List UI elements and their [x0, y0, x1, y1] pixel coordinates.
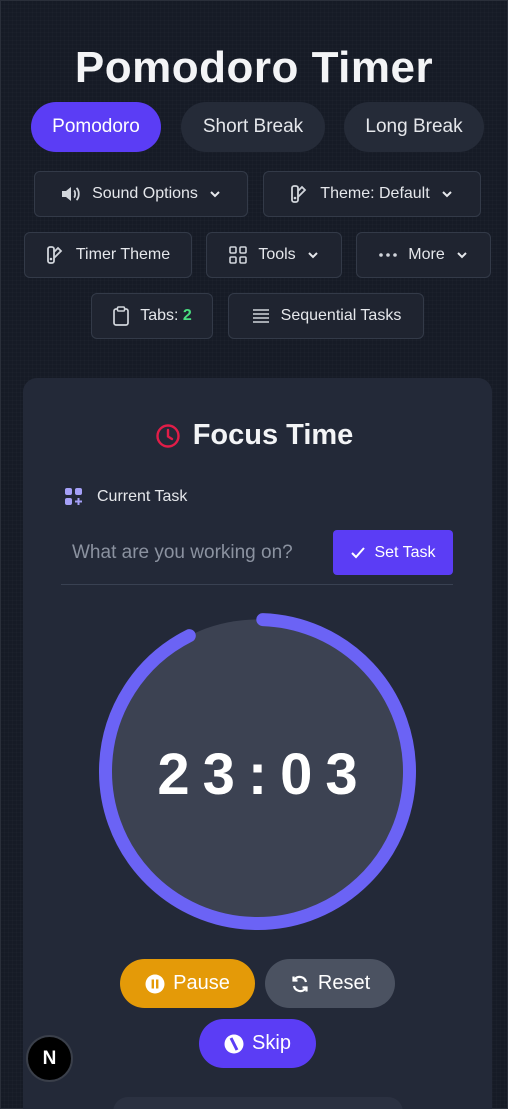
mode-short-break-button[interactable]: Short Break: [181, 102, 325, 152]
palette-icon: [46, 246, 63, 264]
more-dropdown-button[interactable]: More: [356, 232, 491, 278]
chevron-down-icon: [307, 252, 318, 259]
reset-button[interactable]: Reset: [265, 959, 395, 1008]
tools-dropdown-button[interactable]: Tools: [206, 232, 342, 278]
reset-label: Reset: [317, 972, 371, 994]
tools-label: Tools: [258, 246, 296, 263]
ellipsis-icon: [379, 253, 398, 257]
list-icon: [252, 309, 269, 323]
skip-icon: [224, 1034, 244, 1053]
page-title: Pomodoro Timer: [74, 43, 434, 92]
widgets-icon: [65, 488, 82, 505]
more-label: More: [408, 246, 445, 263]
theme-dropdown-button[interactable]: Theme: Default: [263, 171, 481, 217]
set-task-label: Set Task: [374, 543, 436, 561]
nextjs-logo[interactable]: N: [26, 1035, 73, 1082]
mode-selector: Pomodoro Short Break Long Break: [1, 102, 507, 152]
current-task-label: Current Task: [64, 487, 187, 507]
focus-title-text: Focus Time: [192, 419, 354, 451]
tabs-count: 2: [182, 307, 192, 324]
palette-icon: [291, 185, 307, 203]
task-input[interactable]: [61, 531, 326, 575]
timer-theme-label: Timer Theme: [75, 246, 171, 263]
mode-pomodoro-button[interactable]: Pomodoro: [31, 102, 161, 152]
tabs-label-text: Tabs:: [140, 307, 179, 324]
pause-icon: [145, 974, 165, 993]
bottom-panel: [113, 1097, 403, 1109]
grid-icon: [229, 246, 248, 264]
sound-options-button[interactable]: Sound Options: [34, 171, 248, 217]
focus-title: Focus Time: [1, 419, 507, 452]
theme-label: Theme: Default: [320, 185, 430, 202]
clipboard-icon: [113, 306, 130, 326]
task-input-underline: [61, 584, 453, 585]
tabs-label: Tabs: 2: [140, 307, 192, 325]
timer-display: 23:03: [157, 742, 371, 807]
refresh-icon: [292, 975, 308, 992]
mode-long-break-button[interactable]: Long Break: [344, 102, 484, 152]
chevron-down-icon: [441, 191, 452, 198]
chevron-down-icon: [457, 252, 467, 259]
pause-button[interactable]: Pause: [120, 959, 255, 1008]
skip-label: Skip: [252, 1032, 291, 1054]
clock-icon: [155, 423, 180, 448]
skip-button[interactable]: Skip: [199, 1019, 316, 1068]
chevron-down-icon: [210, 191, 220, 198]
speaker-icon: [62, 187, 80, 201]
timer-theme-button[interactable]: Timer Theme: [24, 232, 192, 278]
sequential-tasks-button[interactable]: Sequential Tasks: [228, 293, 424, 339]
check-icon: [351, 546, 366, 558]
pause-label: Pause: [173, 972, 230, 994]
current-task-label-text: Current Task: [97, 488, 188, 505]
sequential-tasks-label: Sequential Tasks: [280, 307, 402, 324]
set-task-button[interactable]: Set Task: [333, 530, 453, 575]
tabs-button[interactable]: Tabs: 2: [91, 293, 213, 339]
sound-options-label: Sound Options: [92, 185, 198, 202]
